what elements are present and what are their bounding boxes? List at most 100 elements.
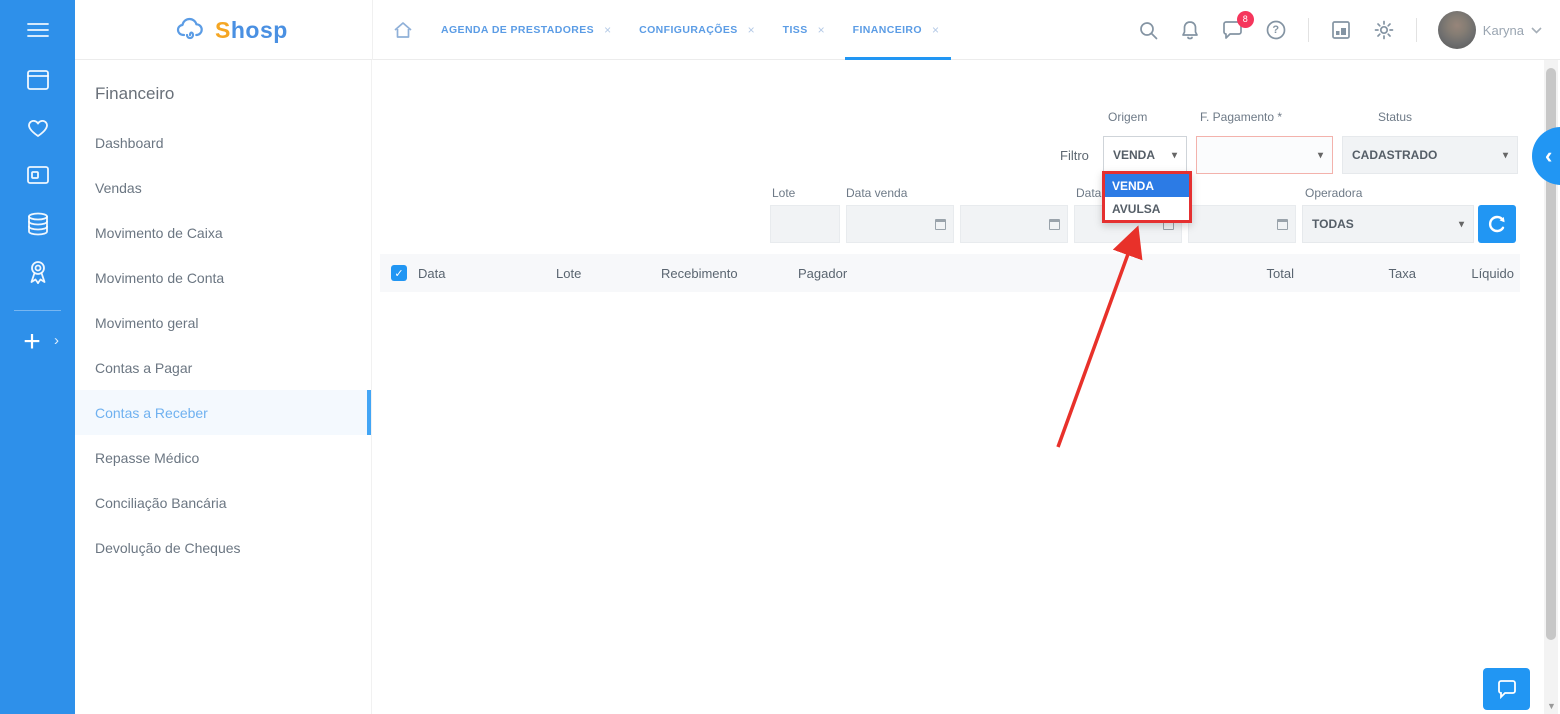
- column-header-recebimento[interactable]: Recebimento: [661, 266, 798, 281]
- tab-financeiro[interactable]: FINANCEIRO ×: [841, 0, 951, 60]
- column-header-lote[interactable]: Lote: [556, 266, 661, 281]
- status-select[interactable]: CADASTRADO ▾: [1342, 136, 1518, 174]
- f-pagamento-label: F. Pagamento *: [1200, 110, 1282, 124]
- tab-label: AGENDA DE PRESTADORES: [441, 24, 594, 36]
- sidebar-item-movimento-de-conta[interactable]: Movimento de Conta: [75, 255, 371, 300]
- tab-agenda-de-prestadores[interactable]: AGENDA DE PRESTADORES ×: [429, 0, 623, 60]
- data-pagamento-end-input[interactable]: [1188, 205, 1296, 243]
- calendar-icon: [1049, 219, 1060, 230]
- help-icon[interactable]: ?: [1265, 19, 1287, 41]
- operadora-value: TODAS: [1312, 217, 1354, 231]
- sidebar-item-vendas[interactable]: Vendas: [75, 165, 371, 210]
- scrollbar-down-arrow[interactable]: ▼: [1547, 701, 1556, 711]
- column-header-liquido[interactable]: Líquido: [1416, 266, 1520, 281]
- user-name: Karyna: [1483, 23, 1524, 38]
- close-icon[interactable]: ×: [818, 23, 825, 37]
- calendar-icon: [935, 219, 946, 230]
- select-all-checkbox[interactable]: ✓: [391, 265, 407, 281]
- sidebar-title: Financeiro: [75, 60, 371, 120]
- user-menu[interactable]: Karyna: [1438, 11, 1542, 49]
- caret-down-icon: ▾: [1318, 150, 1323, 161]
- sidebar-item-dashboard[interactable]: Dashboard: [75, 120, 371, 165]
- search-icon[interactable]: [1138, 20, 1159, 41]
- caret-down-icon: ▾: [1172, 150, 1177, 161]
- chevron-right-icon[interactable]: ›: [54, 332, 59, 349]
- reports-icon[interactable]: [1330, 19, 1352, 41]
- operadora-select[interactable]: TODAS ▾: [1302, 205, 1474, 243]
- tab-tiss[interactable]: TISS ×: [771, 0, 837, 60]
- help-glyph: ?: [1272, 24, 1279, 36]
- sidebar-item-movimento-de-caixa[interactable]: Movimento de Caixa: [75, 210, 371, 255]
- topbar-actions: 8 ? Karyna: [1138, 0, 1542, 60]
- column-header-data[interactable]: Data: [418, 266, 556, 281]
- close-icon[interactable]: ×: [932, 23, 939, 37]
- data-venda-end-input[interactable]: [960, 205, 1068, 243]
- table-header-row: ✓ Data Lote Recebimento Pagador Total Ta…: [380, 254, 1520, 292]
- annotation-arrow: [1022, 210, 1172, 460]
- award-badge-icon[interactable]: [0, 253, 75, 291]
- data-venda-start-input[interactable]: [846, 205, 954, 243]
- agenda-calendar-icon[interactable]: [0, 63, 75, 97]
- dropdown-option-avulsa[interactable]: AVULSA: [1105, 197, 1189, 220]
- tab-label: TISS: [783, 24, 808, 36]
- calendar-icon: [1277, 219, 1288, 230]
- topbar-divider: [372, 0, 373, 60]
- app-window: + › Shosp AGENDA DE PRESTADORES × CONFIG…: [0, 0, 1560, 714]
- column-header-total[interactable]: Total: [1182, 266, 1294, 281]
- lote-input[interactable]: [770, 205, 840, 243]
- settings-gear-icon[interactable]: [1373, 19, 1395, 41]
- divider: [1416, 18, 1417, 42]
- close-icon[interactable]: ×: [748, 23, 755, 37]
- sidebar-item-repasse-medico[interactable]: Repasse Médico: [75, 435, 371, 480]
- data-venda-label: Data venda: [846, 186, 907, 200]
- sidebar-item-conciliacao-bancaria[interactable]: Conciliação Bancária: [75, 480, 371, 525]
- shosp-logo[interactable]: Shosp: [175, 12, 288, 48]
- origem-dropdown-annotated: VENDA AVULSA: [1102, 171, 1192, 223]
- tab-label: CONFIGURAÇÕES: [639, 24, 738, 36]
- notifications-bell-icon[interactable]: [1180, 19, 1200, 41]
- refresh-button[interactable]: [1478, 205, 1516, 243]
- f-pagamento-select[interactable]: ▾: [1196, 136, 1333, 174]
- chevron-down-icon: [1531, 27, 1542, 34]
- home-icon[interactable]: [393, 21, 413, 39]
- status-value: CADASTRADO: [1352, 148, 1437, 162]
- collapse-left-icon: ‹: [1545, 143, 1552, 169]
- filtro-label: Filtro: [1060, 148, 1089, 163]
- sidebar-item-devolucao-de-cheques[interactable]: Devolução de Cheques: [75, 525, 371, 570]
- origem-label: Origem: [1108, 110, 1147, 124]
- origem-select[interactable]: VENDA ▾: [1103, 136, 1187, 174]
- lote-label: Lote: [772, 186, 795, 200]
- divider: [1308, 18, 1309, 42]
- tab-label: FINANCEIRO: [853, 24, 922, 36]
- sidebar-item-movimento-geral[interactable]: Movimento geral: [75, 300, 371, 345]
- operadora-label: Operadora: [1305, 186, 1362, 200]
- cloud-logo-icon: [175, 15, 209, 45]
- card-payment-icon[interactable]: [0, 158, 75, 192]
- avatar[interactable]: [1438, 11, 1476, 49]
- topbar: Shosp AGENDA DE PRESTADORES × CONFIGURAÇ…: [75, 0, 1560, 60]
- icon-rail: + ›: [0, 0, 75, 714]
- tab-configuracoes[interactable]: CONFIGURAÇÕES ×: [627, 0, 767, 60]
- hamburger-menu-icon[interactable]: [0, 14, 75, 46]
- coins-stack-icon[interactable]: [0, 206, 75, 242]
- main-content: Origem F. Pagamento * Status Filtro VEND…: [372, 60, 1560, 714]
- close-icon[interactable]: ×: [604, 23, 611, 37]
- caret-down-icon: ▾: [1503, 150, 1508, 161]
- add-button[interactable]: +: [8, 322, 56, 362]
- column-header-taxa[interactable]: Taxa: [1294, 266, 1416, 281]
- support-chat-button[interactable]: [1483, 668, 1530, 710]
- column-header-pagador[interactable]: Pagador: [798, 266, 1182, 281]
- data-pagamento-label: Data: [1076, 186, 1101, 200]
- chat-messages-icon[interactable]: 8: [1221, 20, 1244, 41]
- heart-icon[interactable]: [0, 110, 75, 144]
- origem-value: VENDA: [1113, 148, 1155, 162]
- dropdown-option-venda[interactable]: VENDA: [1105, 174, 1189, 197]
- chat-badge: 8: [1237, 11, 1254, 28]
- status-label: Status: [1378, 110, 1412, 124]
- sidebar-item-contas-a-pagar[interactable]: Contas a Pagar: [75, 345, 371, 390]
- caret-down-icon: ▾: [1459, 219, 1464, 230]
- sidebar-item-contas-a-receber[interactable]: Contas a Receber: [75, 390, 371, 435]
- collapse-panel-button[interactable]: ‹: [1532, 127, 1560, 185]
- logo-text: Shosp: [215, 17, 288, 44]
- finance-sidebar: Financeiro Dashboard Vendas Movimento de…: [75, 60, 372, 714]
